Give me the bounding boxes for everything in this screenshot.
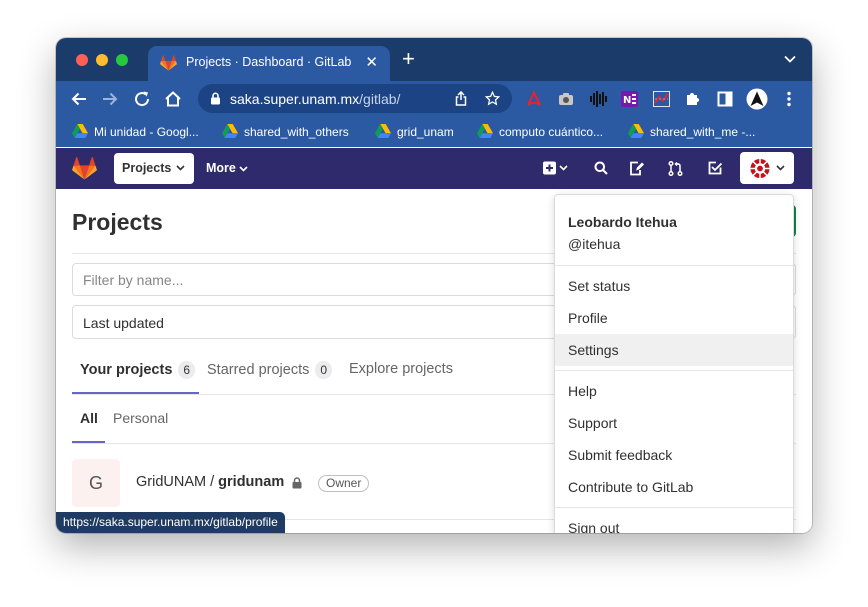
- role-badge: Owner: [318, 475, 370, 492]
- browser-window: Projects · Dashboard · GitLab ✕ + saka.s…: [56, 38, 812, 533]
- search-icon[interactable]: [594, 161, 608, 175]
- lock-icon[interactable]: [210, 92, 221, 105]
- page-title: Projects: [72, 209, 163, 235]
- link-status-bubble: https://saka.super.unam.mx/gitlab/profil…: [56, 512, 285, 533]
- close-window-button[interactable]: [76, 54, 88, 66]
- back-arrow-icon[interactable]: [70, 90, 88, 108]
- bookmark-star-icon[interactable]: [485, 91, 500, 106]
- menu-item-settings[interactable]: Settings: [555, 334, 793, 366]
- menu-item-submit-feedback[interactable]: Submit feedback: [555, 439, 793, 471]
- tab-starred-projects[interactable]: Starred projects 0: [207, 361, 333, 379]
- reload-icon[interactable]: [133, 90, 151, 108]
- chevron-down-icon: [176, 165, 185, 171]
- zoom-window-button[interactable]: [116, 54, 128, 66]
- chevron-down-icon: [239, 166, 248, 172]
- tab-strip: Projects · Dashboard · GitLab ✕ +: [56, 38, 812, 82]
- issues-icon[interactable]: [629, 161, 644, 176]
- create-new-plus-icon[interactable]: [543, 161, 569, 175]
- data-chart-extension-icon[interactable]: [653, 91, 670, 107]
- user-handle[interactable]: @itehua: [568, 236, 620, 252]
- tab-your-projects[interactable]: Your projects 6: [80, 361, 196, 379]
- project-avatar[interactable]: G: [72, 459, 120, 507]
- address-bar[interactable]: saka.super.unam.mx/gitlab/: [198, 84, 512, 113]
- tab-close-icon[interactable]: ✕: [365, 53, 378, 71]
- menu-item-sign-out[interactable]: Sign out: [555, 512, 793, 533]
- browser-toolbar: saka.super.unam.mx/gitlab/ N: [56, 81, 812, 117]
- svg-text:N: N: [623, 95, 631, 106]
- side-panel-icon[interactable]: [717, 91, 733, 107]
- projects-menu-button[interactable]: Projects: [114, 153, 194, 184]
- url-text: saka.super.unam.mx/gitlab/: [230, 91, 401, 107]
- profile-avatar-icon[interactable]: [746, 88, 768, 110]
- bookmarks-bar: Mi unidad - Googl... shared_with_others …: [56, 117, 812, 147]
- divider: [555, 507, 793, 508]
- menu-item-profile[interactable]: Profile: [555, 302, 793, 334]
- private-lock-icon: [292, 477, 302, 489]
- google-drive-icon: [222, 124, 238, 138]
- menu-item-support[interactable]: Support: [555, 407, 793, 439]
- forward-arrow-icon[interactable]: [101, 90, 119, 108]
- home-icon[interactable]: [164, 90, 182, 108]
- new-tab-icon[interactable]: +: [402, 48, 415, 70]
- gitlab-favicon-icon: [160, 55, 177, 71]
- user-full-name[interactable]: Leobardo Itehua: [568, 214, 677, 230]
- menu-item-set-status[interactable]: Set status: [555, 270, 793, 302]
- tab-title: Projects · Dashboard · GitLab: [186, 55, 352, 69]
- divider: [555, 265, 793, 266]
- user-dropdown-menu: Leobardo Itehua @itehua Set status Profi…: [554, 194, 794, 533]
- minimize-window-button[interactable]: [96, 54, 108, 66]
- gitlab-header: Projects More: [56, 148, 812, 189]
- adobe-acrobat-icon[interactable]: [526, 91, 542, 107]
- browser-menu-kebab-icon[interactable]: [786, 91, 792, 107]
- divider: [555, 370, 793, 371]
- google-drive-icon: [628, 124, 644, 138]
- todo-checkbox-icon[interactable]: [708, 161, 722, 175]
- chevron-down-icon: [776, 165, 785, 171]
- onenote-icon[interactable]: N: [621, 91, 638, 107]
- merge-requests-icon[interactable]: [668, 161, 683, 176]
- extensions-puzzle-icon[interactable]: [685, 91, 701, 107]
- camera-icon[interactable]: [558, 91, 574, 107]
- count-badge: 0: [315, 361, 333, 379]
- google-drive-icon: [477, 124, 493, 138]
- google-drive-icon: [375, 124, 391, 138]
- count-badge: 6: [178, 361, 196, 379]
- user-menu-button[interactable]: [740, 152, 794, 184]
- tab-search-chevron-icon[interactable]: [784, 55, 796, 63]
- audio-waveform-icon[interactable]: [589, 91, 607, 107]
- subtab-all[interactable]: All: [80, 410, 98, 426]
- browser-tab-active[interactable]: Projects · Dashboard · GitLab ✕: [148, 46, 390, 82]
- share-icon[interactable]: [454, 91, 468, 106]
- more-menu-button[interactable]: More: [206, 161, 248, 175]
- user-avatar-icon: [750, 158, 770, 179]
- menu-item-contribute[interactable]: Contribute to GitLab: [555, 471, 793, 503]
- project-name-link[interactable]: GridUNAM / gridunam: [136, 474, 284, 490]
- subtab-personal[interactable]: Personal: [113, 410, 168, 426]
- tab-explore-projects[interactable]: Explore projects: [349, 361, 453, 377]
- google-drive-icon: [72, 124, 88, 138]
- gitlab-logo-icon[interactable]: [72, 157, 97, 180]
- menu-item-help[interactable]: Help: [555, 375, 793, 407]
